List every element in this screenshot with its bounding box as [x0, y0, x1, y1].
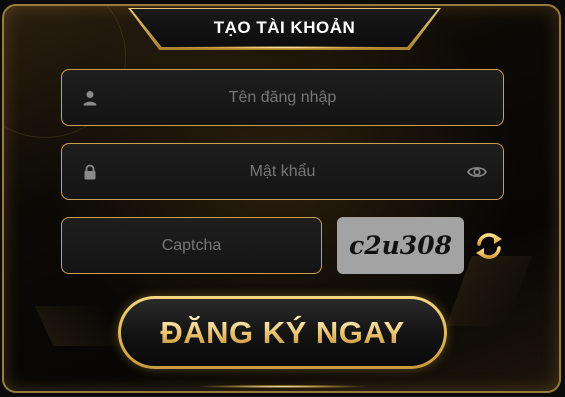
background-decoration: [34, 306, 124, 346]
username-field[interactable]: Tên đăng nhập: [61, 69, 504, 126]
form-title: TẠO TÀI KHOẢN: [213, 18, 356, 37]
captcha-field[interactable]: Captcha: [61, 217, 322, 274]
title-tab: TẠO TÀI KHOẢN: [131, 9, 438, 47]
user-icon: [83, 90, 97, 105]
username-placeholder: Tên đăng nhập: [228, 88, 337, 106]
captcha-placeholder: Captcha: [161, 236, 222, 254]
captcha-image: c2u308: [337, 217, 464, 274]
bottom-glow: [200, 385, 365, 388]
password-placeholder: Mật khẩu: [249, 162, 316, 180]
lock-icon: [84, 164, 96, 179]
title-glow: [180, 46, 385, 49]
password-field[interactable]: Mật khẩu: [61, 143, 504, 200]
captcha-code: c2u308: [349, 231, 452, 260]
register-button-inner: ĐĂNG KÝ NGAY: [121, 299, 444, 366]
register-button[interactable]: ĐĂNG KÝ NGAY: [118, 296, 447, 369]
register-button-label: ĐĂNG KÝ NGAY: [160, 314, 405, 350]
eye-icon[interactable]: [467, 164, 487, 180]
refresh-icon[interactable]: [472, 231, 506, 261]
